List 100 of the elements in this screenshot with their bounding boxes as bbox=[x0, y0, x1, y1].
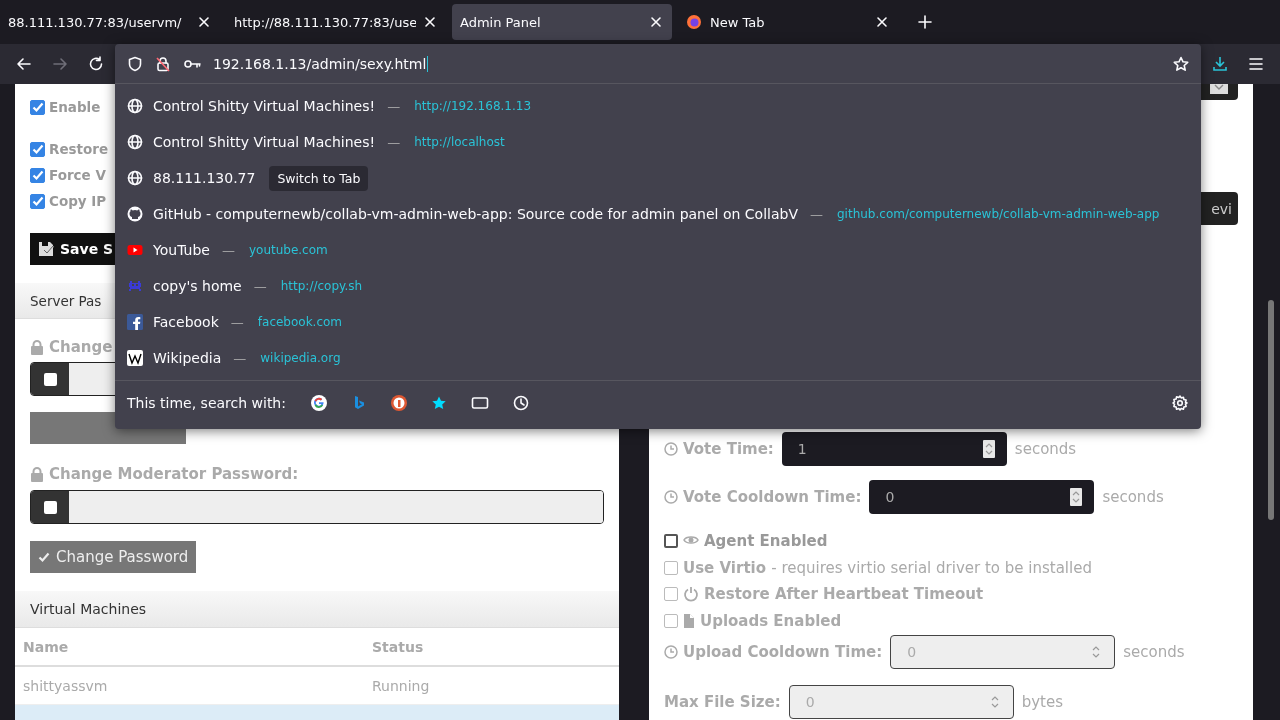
google-icon[interactable] bbox=[310, 395, 327, 411]
table-cell: shittyassvm bbox=[15, 666, 364, 705]
tab[interactable]: http://88.111.130.77:83/use bbox=[226, 4, 446, 40]
field-label: Max File Size: bbox=[664, 693, 781, 711]
unit-label: seconds bbox=[1123, 643, 1185, 661]
option-label: Force V bbox=[49, 167, 106, 183]
insecure-lock-icon[interactable] bbox=[155, 55, 171, 72]
back-icon[interactable] bbox=[16, 56, 32, 72]
checkbox[interactable] bbox=[664, 534, 678, 548]
duck-icon[interactable] bbox=[390, 395, 407, 411]
globe-icon bbox=[127, 134, 143, 150]
checkbox[interactable] bbox=[30, 193, 45, 209]
settings-icon[interactable] bbox=[1172, 395, 1188, 411]
checkmark-icon bbox=[31, 195, 44, 207]
plus-icon[interactable] bbox=[918, 15, 932, 29]
change-password-button[interactable]: Change Password bbox=[30, 541, 197, 573]
close-icon[interactable] bbox=[424, 16, 436, 28]
suggestion-url[interactable]: http://localhost bbox=[414, 135, 505, 149]
checkmark-icon bbox=[31, 101, 44, 113]
tabs-icon[interactable] bbox=[470, 395, 489, 411]
checkmark-icon bbox=[31, 143, 44, 155]
close-icon[interactable] bbox=[198, 16, 210, 28]
suggestion-title[interactable]: YouTube bbox=[153, 242, 210, 258]
lock-icon bbox=[30, 466, 44, 482]
suggestion-title[interactable]: GitHub - computernewb/collab-vm-admin-web-app: Source code for admin panel on CollabV bbox=[153, 206, 798, 222]
bookmarks-star-icon[interactable] bbox=[430, 395, 447, 411]
column-header: Status bbox=[364, 628, 619, 666]
unit-label: bytes bbox=[1021, 693, 1064, 711]
search-engines-label: This time, search with: bbox=[127, 395, 286, 411]
dash-separator: — bbox=[810, 206, 823, 222]
suggestion-title[interactable]: Control Shitty Virtual Machines! bbox=[153, 134, 376, 150]
checkbox[interactable] bbox=[30, 167, 45, 183]
save-icon bbox=[38, 241, 54, 257]
suggestion-title[interactable]: Wikipedia bbox=[153, 350, 222, 366]
number-field[interactable]: 1 bbox=[781, 432, 1007, 466]
shield-icon[interactable] bbox=[127, 55, 143, 72]
address-field[interactable]: 192.168.1.13/admin/sexy.html bbox=[213, 55, 1161, 72]
checkbox[interactable] bbox=[30, 141, 45, 157]
globe-icon bbox=[127, 170, 143, 186]
option-label: Copy IP bbox=[49, 193, 107, 209]
scrollbar-thumb[interactable] bbox=[1268, 300, 1274, 520]
password-field[interactable] bbox=[30, 490, 604, 524]
field-label: Vote Time: bbox=[683, 440, 774, 458]
close-icon[interactable] bbox=[650, 16, 662, 28]
option-label: Restore bbox=[49, 141, 109, 157]
spinner-icon[interactable] bbox=[982, 440, 995, 458]
bookmark-star-icon[interactable] bbox=[1173, 55, 1189, 72]
field-label: Change bbox=[49, 338, 113, 356]
number-field[interactable]: 0 bbox=[869, 480, 1095, 514]
table-cell: Running bbox=[364, 666, 619, 705]
option-label: Agent Enabled bbox=[704, 532, 828, 550]
option-label: Restore After Heartbeat Timeout bbox=[704, 585, 984, 603]
clock-icon bbox=[664, 490, 678, 504]
unit-label: seconds bbox=[1102, 488, 1164, 506]
option-label: Use Virtio - requires virtio serial driver to be installed bbox=[683, 559, 1092, 577]
download-icon[interactable] bbox=[1212, 56, 1228, 72]
suggestion-url[interactable]: github.com/computernewb/collab-vm-admin-web-app bbox=[837, 207, 1160, 221]
close-icon[interactable] bbox=[876, 16, 888, 28]
checkbox[interactable] bbox=[43, 500, 57, 514]
switch-to-tab-label[interactable]: Switch to Tab bbox=[269, 165, 369, 191]
menu-icon[interactable] bbox=[1248, 56, 1264, 72]
clock-icon bbox=[664, 645, 678, 659]
tab[interactable]: Admin Panel bbox=[452, 4, 672, 40]
power-icon bbox=[683, 586, 699, 602]
option-label: Uploads Enabled bbox=[700, 612, 842, 630]
checkbox[interactable] bbox=[43, 372, 57, 386]
device-button[interactable]: evi bbox=[1200, 192, 1238, 225]
lock-icon bbox=[30, 339, 44, 355]
dash-separator: — bbox=[387, 98, 401, 114]
clock-icon bbox=[664, 442, 678, 456]
file-icon bbox=[683, 614, 695, 628]
option-label: Enable bbox=[49, 99, 101, 115]
reload-icon[interactable] bbox=[88, 56, 104, 72]
suggestion-url[interactable]: wikipedia.org bbox=[260, 351, 341, 365]
firefox-icon bbox=[686, 14, 702, 30]
section-header: Virtual Machines bbox=[15, 591, 619, 628]
github-icon bbox=[127, 206, 143, 222]
suggestion-title[interactable]: Control Shitty Virtual Machines! bbox=[153, 98, 376, 114]
dash-separator: — bbox=[221, 242, 235, 258]
dash-separator: — bbox=[233, 350, 247, 366]
field-label: Upload Cooldown Time: bbox=[683, 643, 883, 661]
suggestion-title[interactable]: 88.111.130.77 bbox=[153, 170, 256, 186]
suggestion-url[interactable]: http://192.168.1.13 bbox=[414, 99, 532, 113]
checkmark-icon bbox=[31, 169, 44, 181]
dash-separator: — bbox=[387, 134, 401, 150]
spinner-icon[interactable] bbox=[1070, 488, 1083, 506]
video-play-icon bbox=[127, 242, 143, 258]
pixel-invader-icon bbox=[127, 278, 143, 294]
tab[interactable]: 88.111.130.77:83/uservm/ bbox=[0, 4, 220, 40]
checkmark-icon bbox=[38, 551, 50, 563]
globe-icon bbox=[127, 98, 143, 114]
wikipedia-icon bbox=[127, 350, 143, 366]
field-label: Vote Cooldown Time: bbox=[683, 488, 862, 506]
suggestion-url[interactable]: youtube.com bbox=[248, 243, 328, 257]
unit-label: seconds bbox=[1014, 440, 1077, 458]
facebook-icon bbox=[127, 314, 143, 330]
checkbox[interactable] bbox=[30, 99, 45, 115]
history-icon[interactable] bbox=[512, 395, 529, 411]
field-label: Change Moderator Password: bbox=[49, 465, 299, 483]
tab[interactable]: New Tab bbox=[678, 4, 898, 40]
